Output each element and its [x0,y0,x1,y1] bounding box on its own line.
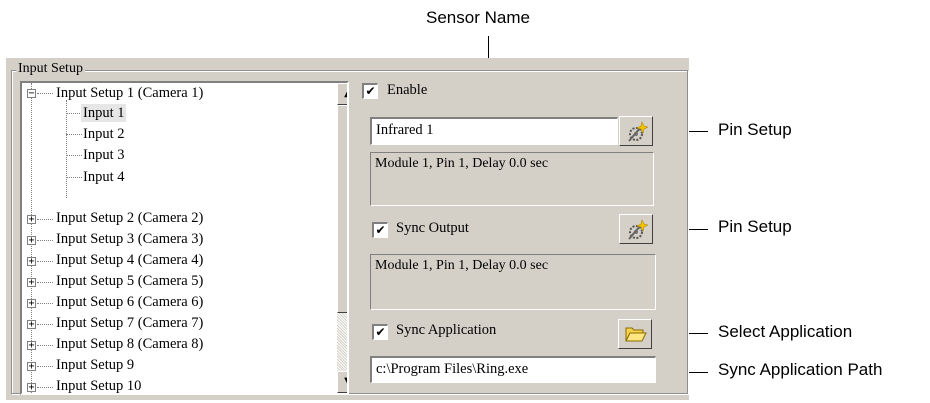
sync-output-label: Sync Output [396,220,469,236]
scroll-up-button[interactable]: ▲ [337,83,347,105]
tree-item-input-setup-8[interactable]: Input Setup 8 (Camera 8) [56,335,203,353]
expand-icon[interactable]: + [27,299,36,309]
sync-application-label: Sync Application [396,322,497,338]
tree-branch [66,113,82,114]
collapse-icon[interactable]: − [27,89,36,99]
tree-branch [37,387,53,388]
expand-icon[interactable]: + [27,236,36,246]
callout-select-application: Select Application [718,322,853,341]
expand-icon[interactable]: + [27,341,36,351]
scroll-track[interactable] [337,313,347,371]
callout-sync-application-path: Sync Application Path [718,360,883,379]
tree-branch [66,134,82,135]
tree-item-input-setup-2[interactable]: Input Setup 2 (Camera 2) [56,209,203,227]
sensor-name-input[interactable]: Infrared 1 [370,117,618,145]
tree-item-input-setup-7[interactable]: Input Setup 7 (Camera 7) [56,314,203,332]
expand-icon[interactable]: + [27,215,36,225]
expand-icon[interactable]: + [27,362,36,372]
tree-scrollbar[interactable]: ▲ ▼ [337,83,347,393]
folder-open-icon [625,327,647,342]
tree-branch [37,282,53,283]
sync-application-path-input[interactable]: c:\Program Files\Ring.exe [370,356,656,383]
tree-item-input-setup-6[interactable]: Input Setup 6 (Camera 6) [56,293,203,311]
input-tree[interactable]: − Input Setup 1 (Camera 1) Input 1 Input… [20,81,349,395]
tree-item-input-3[interactable]: Input 3 [83,146,124,164]
tree-child-line [66,100,67,198]
callout-pin-setup-1: Pin Setup [718,120,792,139]
callout-pin-setup-2: Pin Setup [718,217,792,236]
tree-branch [37,261,53,262]
select-application-button[interactable] [618,319,652,349]
tree-branch [37,324,53,325]
tree-item-input-setup-9[interactable]: Input Setup 9 [56,356,134,374]
enable-label: Enable [387,82,428,98]
expand-icon[interactable]: + [27,320,36,330]
expand-icon[interactable]: + [27,383,36,393]
tree-item-input-setup-3[interactable]: Input Setup 3 (Camera 3) [56,230,203,248]
input-info-box: Module 1, Pin 1, Delay 0.0 sec [370,152,654,206]
tree-branch [66,155,82,156]
tree-branch [66,177,82,178]
tree-item-input-setup-1[interactable]: Input Setup 1 (Camera 1) [56,84,203,102]
pin-setup-icon [628,219,648,240]
tree-item-input-2[interactable]: Input 2 [83,125,124,143]
pin-setup-button-output[interactable] [619,214,653,244]
input-setup-panel: Input Setup − Input Setup 1 (Camera 1) I… [6,58,689,400]
scroll-thumb[interactable] [337,105,347,313]
groupbox-title: Input Setup [16,61,85,77]
tree-branch [37,219,53,220]
tree-branch [37,240,53,241]
pin-setup-button-input[interactable] [619,116,653,146]
pin-setup-icon [628,121,648,142]
sync-output-checkbox[interactable]: ✔ [372,222,388,238]
tree-branch [37,366,53,367]
expand-icon[interactable]: + [27,278,36,288]
tree-item-input-setup-4[interactable]: Input Setup 4 (Camera 4) [56,251,203,269]
sync-application-checkbox[interactable]: ✔ [372,324,388,340]
output-info-box: Module 1, Pin 1, Delay 0.0 sec [370,254,656,310]
callout-sensor-name: Sensor Name [426,8,530,27]
tree-item-input-setup-5[interactable]: Input Setup 5 (Camera 5) [56,272,203,290]
tree-item-input-1[interactable]: Input 1 [81,104,127,122]
tree-branch [37,345,53,346]
enable-checkbox[interactable]: ✔ [362,83,378,99]
tree-item-input-4[interactable]: Input 4 [83,168,124,186]
tree-branch [37,93,53,94]
scroll-down-button[interactable]: ▼ [337,371,347,393]
tree-item-input-setup-10[interactable]: Input Setup 10 [56,377,141,393]
tree-branch [37,303,53,304]
expand-icon[interactable]: + [27,257,36,267]
